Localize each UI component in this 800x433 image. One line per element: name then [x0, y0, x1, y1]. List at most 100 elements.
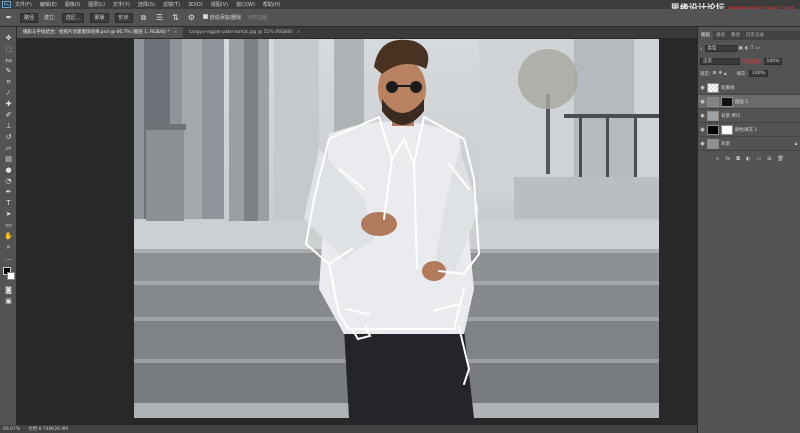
menu-file[interactable]: 文件(F) [15, 1, 32, 8]
filter-pixel-icon[interactable]: ▣ [739, 46, 743, 51]
history-brush-tool-icon[interactable]: ↺ [3, 132, 14, 142]
panel-tabs: 图层 通道 路径 历史记录 [698, 31, 800, 40]
trash-icon[interactable]: 🗑︎ [777, 155, 783, 164]
checkbox-icon [202, 14, 208, 19]
lasso-tool-icon[interactable]: ᔓ [3, 55, 14, 65]
path-arrange-icon[interactable]: ⇅ [171, 13, 181, 23]
blend-opacity-row: 正常 不透明度: 100% [700, 57, 799, 66]
gear-icon[interactable]: ⚙ [187, 13, 197, 23]
photoshop-logo-icon: Ps [2, 1, 11, 8]
lock-all-icon[interactable]: 🔒︎ [724, 71, 726, 77]
menu-3d[interactable]: 3D(D) [188, 2, 203, 8]
layer-thumbnail [707, 110, 719, 121]
layer-thumbnail [707, 82, 719, 93]
layer-mask-thumbnail [721, 124, 733, 135]
fill-input[interactable]: 100% [749, 70, 768, 77]
path-mode-select[interactable]: 路径 [20, 12, 39, 23]
brush-tool-icon[interactable]: ✐ [3, 110, 14, 120]
tab-history[interactable]: 历史记录 [743, 31, 767, 40]
opacity-label: 不透明度: [742, 59, 762, 65]
path-selection-tool-icon[interactable]: ➤ [3, 209, 14, 219]
clone-stamp-tool-icon[interactable]: ⊥ [3, 121, 14, 131]
tab-active-document[interactable]: 摄影与手绘结合：给照片创建服饰效果.psd @ 66.7% (图层 1, RGB… [17, 27, 184, 38]
opacity-input[interactable]: 100% [763, 58, 783, 65]
crop-tool-icon[interactable]: ⌗ [3, 77, 14, 87]
tab-second-document[interactable]: tangya-eggak-pake-tomat.jpg @ 51% (RGB/8… [183, 27, 306, 38]
rectangle-tool-icon[interactable]: ▭ [3, 220, 14, 230]
dodge-tool-icon[interactable]: ◔ [3, 176, 14, 186]
quick-select-tool-icon[interactable]: ✎ [3, 66, 14, 76]
path-operations-icon[interactable]: ⧉ [139, 13, 149, 23]
new-layer-icon[interactable]: ⊞ [767, 155, 771, 164]
type-tool-icon[interactable]: T [3, 198, 14, 208]
pen-tool-icon[interactable]: ✒ [3, 187, 14, 197]
document-size[interactable]: 文档:8.74M/26.9M [28, 426, 68, 432]
tab-label: tangya-eggak-pake-tomat.jpg @ 51% (RGB/8… [189, 30, 293, 35]
screen-mode-icon[interactable]: ▣ [3, 296, 14, 306]
tab-layers[interactable]: 图层 [698, 31, 713, 40]
adjustment-icon[interactable]: ◐ [746, 155, 750, 164]
eraser-tool-icon[interactable]: ▱ [3, 143, 14, 153]
layer-kind-select[interactable]: 类型 [704, 45, 737, 52]
group-icon[interactable]: ▭ [756, 155, 761, 164]
make-selection-button[interactable]: 选区... [61, 12, 85, 23]
menu-view[interactable]: 视图(V) [211, 1, 228, 8]
lock-position-icon[interactable]: ✥ [718, 71, 722, 76]
pen-tool-icon[interactable]: ✒ [4, 13, 14, 23]
lock-pixels-icon[interactable]: ⊠ [713, 71, 717, 76]
eye-icon[interactable]: ◉ [698, 141, 707, 147]
tab-channels[interactable]: 通道 [713, 31, 728, 40]
make-mask-button[interactable]: 蒙版 [90, 12, 109, 23]
toolbox: ✥ ⬚ ᔓ ✎ ⌗ ⁄ ✚ ✐ ⊥ ↺ ▱ ▤ ● ◔ ✒ T ➤ ▭ ✋ ⌕ … [0, 27, 17, 425]
layer-row[interactable]: ◉ 背景 🔒︎ [698, 137, 800, 151]
menu-edit[interactable]: 编辑(E) [40, 1, 57, 8]
menu-window[interactable]: 窗口(W) [236, 1, 255, 8]
filter-adjustment-icon[interactable]: ◐ [745, 46, 749, 51]
menu-type[interactable]: 文字(Y) [113, 1, 130, 8]
eye-icon[interactable]: ◉ [698, 127, 707, 133]
menu-image[interactable]: 图像(I) [65, 1, 80, 8]
layer-row[interactable]: ◉ 背景 拷贝 [698, 109, 800, 123]
zoom-level[interactable]: 66.67% [3, 427, 20, 432]
filter-shape-icon[interactable]: ▭ [755, 46, 759, 51]
layer-row[interactable]: ◉ 轮廓线 [698, 81, 800, 95]
quick-mask-icon[interactable]: ◙ [3, 285, 14, 295]
menu-help[interactable]: 帮助(H) [263, 1, 281, 8]
blur-tool-icon[interactable]: ● [3, 165, 14, 175]
make-label: 建立: [44, 15, 56, 21]
eyedropper-tool-icon[interactable]: ⁄ [3, 88, 14, 98]
more-tools-icon[interactable]: … [3, 253, 14, 263]
blend-mode-select[interactable]: 正常 [700, 58, 740, 65]
eye-icon[interactable]: ◉ [698, 85, 707, 91]
auto-add-delete-label: 自动添加/删除 [209, 15, 242, 21]
eye-icon[interactable]: ◉ [698, 99, 707, 105]
close-icon[interactable]: × [174, 30, 178, 35]
filter-type-icon[interactable]: T [751, 46, 754, 51]
search-icon: ⌕ [700, 46, 703, 52]
mask-icon[interactable]: ◘ [736, 155, 740, 164]
gradient-tool-icon[interactable]: ▤ [3, 154, 14, 164]
menu-select[interactable]: 选择(S) [138, 1, 155, 8]
lock-fill-row: 锁定: ⊠ ✥ 🔒︎ 填充: 100% [700, 69, 799, 78]
layer-row[interactable]: ◉ 颜色填充 1 [698, 123, 800, 137]
zoom-tool-icon[interactable]: ⌕ [3, 242, 14, 252]
make-shape-button[interactable]: 形状 [114, 12, 133, 23]
marquee-tool-icon[interactable]: ⬚ [3, 44, 14, 54]
menu-filter[interactable]: 滤镜(T) [163, 1, 180, 8]
path-align-icon[interactable]: ☰ [155, 13, 165, 23]
align-edges-label[interactable]: 对齐边缘 [247, 14, 267, 21]
move-tool-icon[interactable]: ✥ [3, 33, 14, 43]
tab-paths[interactable]: 路径 [728, 31, 743, 40]
menu-layer[interactable]: 图层(L) [88, 1, 105, 8]
background-color-swatch[interactable] [7, 272, 15, 280]
fx-icon[interactable]: fx [725, 155, 730, 164]
auto-add-delete-checkbox[interactable]: 自动添加/删除 [202, 14, 242, 21]
layer-row-selected[interactable]: ◉ 图层 1 [698, 95, 800, 109]
lock-label: 锁定: [700, 71, 711, 77]
eye-icon[interactable]: ◉ [698, 113, 707, 119]
document-canvas-image[interactable] [134, 39, 659, 418]
healing-brush-tool-icon[interactable]: ✚ [3, 99, 14, 109]
hand-tool-icon[interactable]: ✋ [3, 231, 14, 241]
link-icon[interactable]: ∞ [715, 155, 719, 164]
close-icon[interactable]: × [297, 30, 301, 35]
